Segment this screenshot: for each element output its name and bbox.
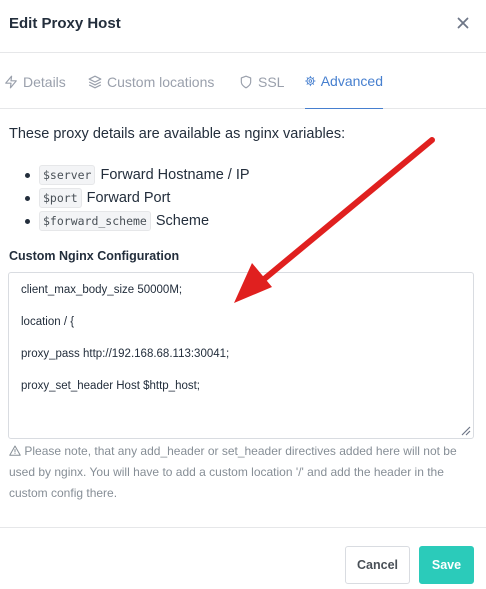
cancel-button[interactable]: Cancel [345, 546, 410, 584]
list-item: $server Forward Hostname / IP [25, 164, 250, 186]
list-item: $port Forward Port [25, 187, 171, 209]
variable-code: $port [39, 188, 82, 208]
edit-proxy-host-modal: Edit Proxy Host Details Custom locations [0, 0, 486, 589]
config-line: location / { [21, 316, 75, 328]
advanced-panel: These proxy details are available as ngi… [9, 126, 479, 231]
zap-icon [5, 75, 17, 88]
modal-title: Edit Proxy Host [9, 15, 121, 32]
close-icon[interactable] [455, 15, 471, 31]
config-line: client_max_body_size 50000M; [21, 284, 183, 296]
variable-description: Scheme [155, 213, 210, 229]
layers-icon [88, 75, 102, 88]
nginx-config-textarea[interactable]: client_max_body_size 50000M; location / … [8, 272, 474, 439]
tab-label: Custom locations [107, 73, 215, 90]
config-line: proxy_set_header Host $http_host; [21, 380, 201, 392]
modal-footer: Cancel Save [0, 527, 486, 589]
tab-label: SSL [258, 73, 285, 90]
variable-code: $server [39, 165, 96, 185]
list-item: $forward_scheme Scheme [25, 210, 210, 232]
tab-advanced[interactable]: Advanced [305, 54, 383, 109]
shield-icon [240, 75, 252, 88]
config-line: proxy_pass http://192.168.68.113:30041; [21, 348, 230, 360]
config-label: Custom Nginx Configuration [9, 249, 180, 263]
settings-icon [305, 75, 316, 87]
tab-custom-locations[interactable]: Custom locations [88, 54, 214, 109]
save-button[interactable]: Save [419, 546, 474, 584]
resize-handle[interactable] [459, 424, 471, 436]
tab-label: Details [23, 73, 66, 90]
variable-description: Forward Port [86, 190, 171, 206]
tab-details[interactable]: Details [4, 54, 66, 109]
config-note: Please note, that any add_header or set_… [9, 441, 471, 504]
tab-bar: Details Custom locations SSL Advanced [0, 54, 486, 109]
warning-icon [9, 445, 21, 456]
variable-description: Forward Hostname / IP [100, 167, 250, 183]
tab-label: Advanced [320, 73, 383, 89]
modal-header: Edit Proxy Host [0, 0, 486, 53]
variables-intro: These proxy details are available as ngi… [9, 126, 346, 142]
tab-ssl[interactable]: SSL [239, 54, 284, 109]
variable-code: $forward_scheme [39, 211, 151, 231]
config-note-text: Please note, that any add_header or set_… [9, 444, 457, 500]
